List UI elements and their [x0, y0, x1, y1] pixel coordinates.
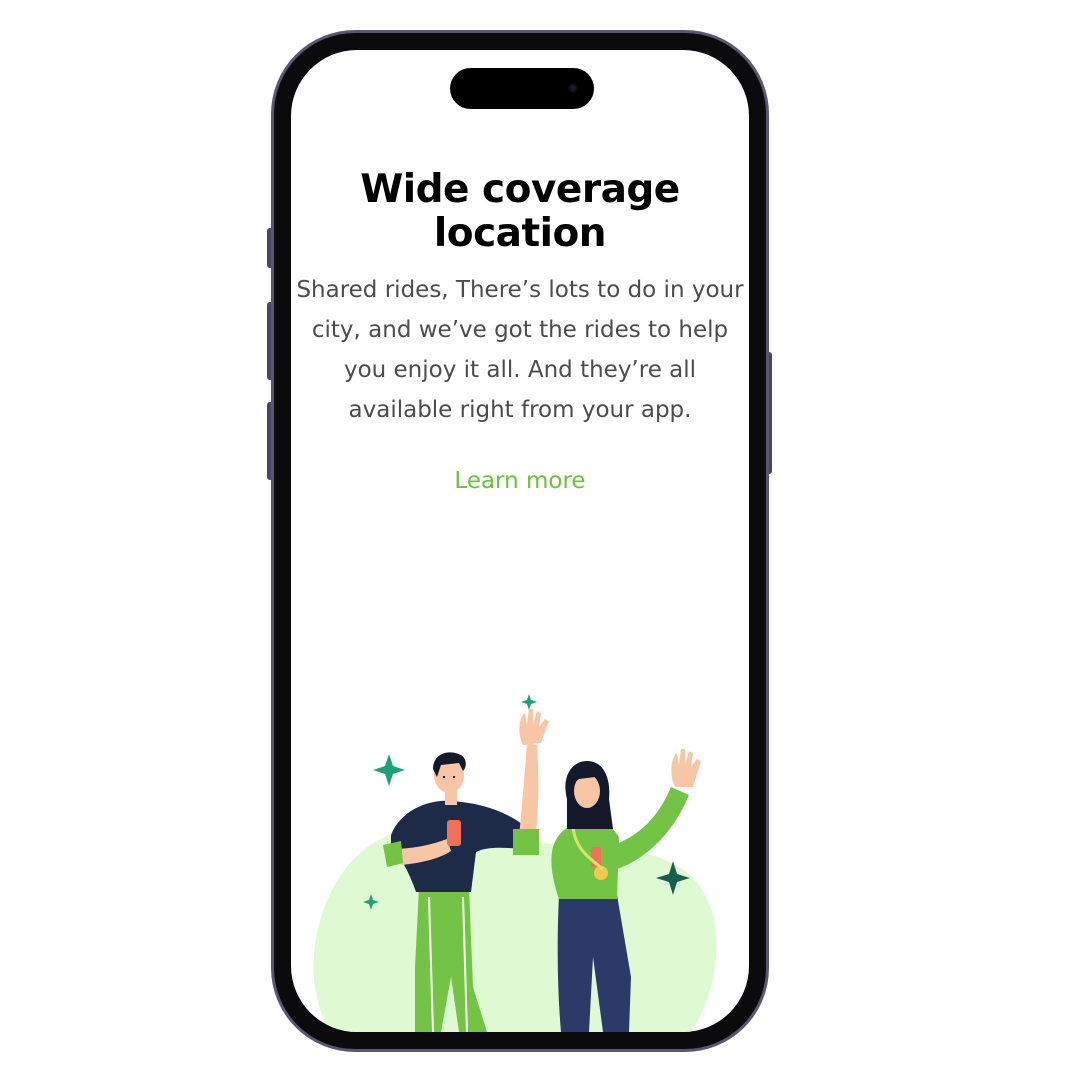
background-blob [313, 824, 717, 1032]
people-waving-illustration [313, 694, 717, 1032]
page-title: Wide coverage location [360, 167, 680, 256]
sparkle-icon [373, 754, 405, 786]
description-text: Shared rides, There’s lots to do in your… [296, 277, 744, 423]
phone-frame: Wide coverage location Shared rides, The… [271, 30, 769, 1052]
onboarding-content: Wide coverage location Shared rides, The… [291, 167, 749, 495]
camera-icon [568, 83, 578, 93]
phone-screen: Wide coverage location Shared rides, The… [291, 50, 749, 1032]
phone-bezel: Wide coverage location Shared rides, The… [274, 33, 766, 1049]
sparkle-icon [521, 694, 537, 710]
dynamic-island [450, 68, 594, 109]
learn-more-link[interactable]: Learn more [454, 468, 585, 494]
mockup-canvas: Wide coverage location Shared rides, The… [0, 0, 1080, 1080]
